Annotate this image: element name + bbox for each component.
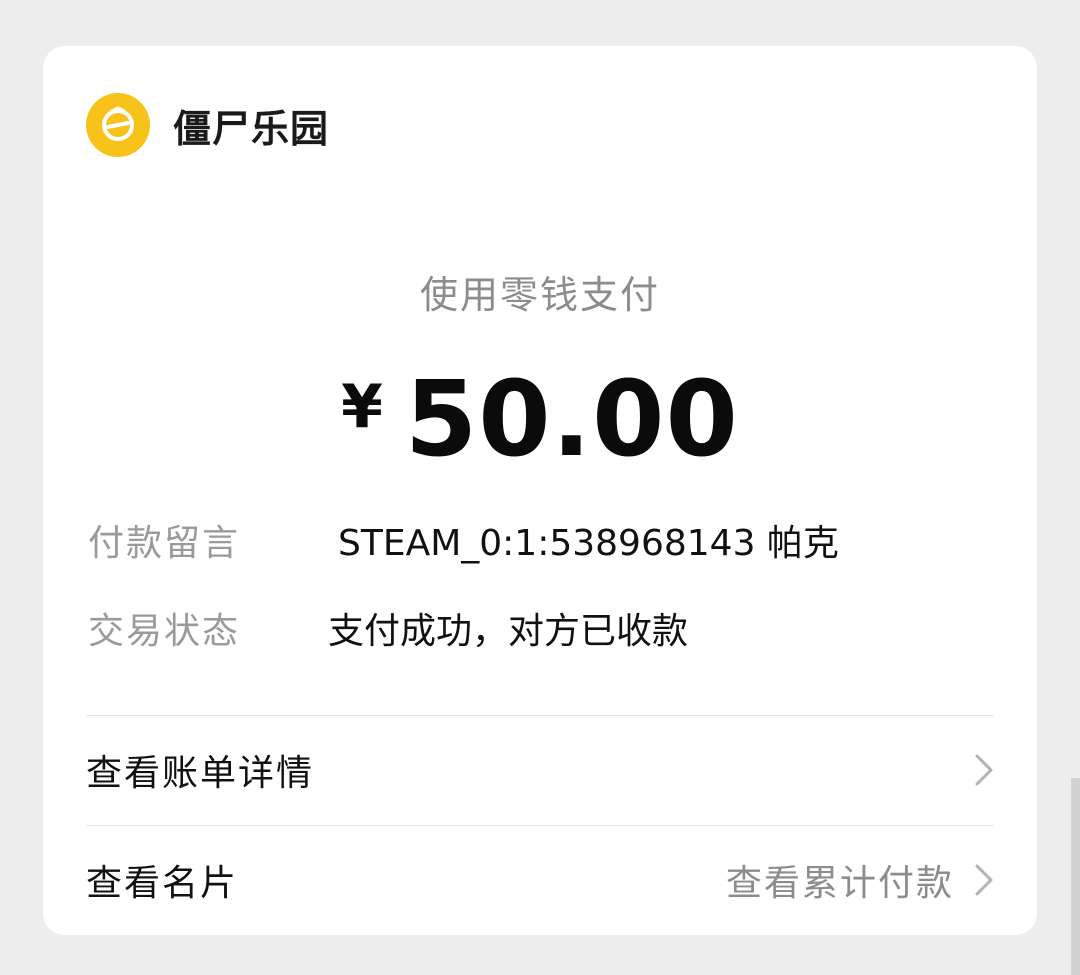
status-value: 支付成功，对方已收款 xyxy=(328,611,689,652)
remark-label: 付款留言 xyxy=(88,523,241,564)
payment-card: 僵尸乐园 使用零钱支付 ¥50.00 付款留言 STEAM_0:1:5389681… xyxy=(43,46,1037,935)
view-bill-details-label: 查看账单详情 xyxy=(86,753,315,794)
view-bill-details-row[interactable]: 查看账单详情 xyxy=(86,716,994,824)
status-row: 交易状态 支付成功，对方已收款 xyxy=(88,602,688,654)
chevron-right-icon xyxy=(974,753,994,787)
view-business-card-label: 查看名片 xyxy=(86,863,239,904)
view-cumulative-payments-link[interactable]: 查看累计付款 xyxy=(726,854,954,906)
amount-value: 50.00 xyxy=(404,358,739,480)
remark-value: STEAM_0:1:538968143 帕克 xyxy=(338,523,839,564)
chevron-right-icon xyxy=(974,863,994,897)
scrollbar[interactable] xyxy=(1071,778,1080,975)
payment-amount: ¥50.00 xyxy=(43,358,1037,480)
merchant-header[interactable]: 僵尸乐园 xyxy=(86,93,329,157)
currency-symbol: ¥ xyxy=(341,372,383,442)
remark-row: 付款留言 STEAM_0:1:538968143 帕克 xyxy=(88,514,839,566)
merchant-name: 僵尸乐园 xyxy=(173,106,330,151)
status-label: 交易状态 xyxy=(88,611,241,652)
view-business-card-row[interactable]: 查看名片 查看累计付款 xyxy=(86,826,994,934)
payment-method: 使用零钱支付 xyxy=(419,273,660,317)
merchant-logo-icon xyxy=(86,93,150,157)
